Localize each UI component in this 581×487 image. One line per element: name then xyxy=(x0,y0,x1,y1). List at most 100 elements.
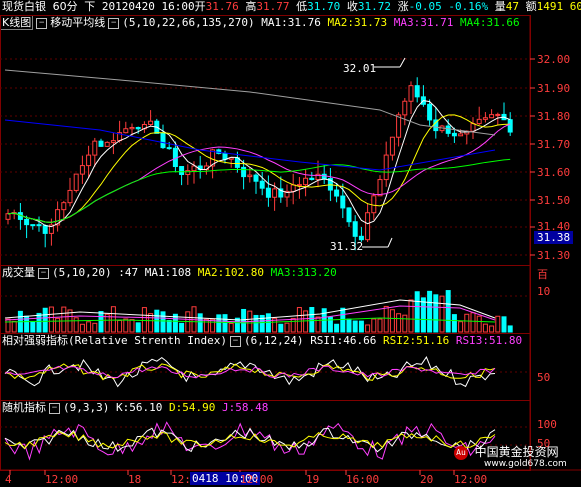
candle-body xyxy=(482,117,488,120)
volume-bar xyxy=(179,322,185,333)
candle-body xyxy=(123,128,129,134)
volume-bar xyxy=(290,317,296,333)
volume-value: :47 xyxy=(118,266,139,279)
volume-bar xyxy=(365,324,371,333)
volume-bar xyxy=(296,307,302,333)
volume-bar xyxy=(315,316,321,333)
y-tick-31-50: 31.50 xyxy=(537,194,571,207)
candle-body xyxy=(247,174,253,178)
volume-bar xyxy=(371,318,377,333)
volume-bar xyxy=(476,315,482,333)
kdj-j-value: J:58.48 xyxy=(221,401,269,414)
kdj-name[interactable]: 随机指标 xyxy=(2,401,46,414)
candle-body xyxy=(309,177,315,180)
candle-body xyxy=(86,154,92,167)
volume-bar xyxy=(166,319,172,333)
volume-name[interactable]: 成交量 xyxy=(2,266,35,279)
candle-body xyxy=(365,212,371,241)
candle-body xyxy=(377,179,383,197)
volume-bar xyxy=(389,309,395,333)
candle-body xyxy=(296,184,302,187)
collapse-toggle-icon[interactable]: − xyxy=(49,402,60,414)
candle-body xyxy=(36,224,42,227)
volume-bar xyxy=(110,306,116,333)
rsi-header: 相对强弱指标(Relative Strenth Index) − (6,12,24)… xyxy=(2,334,522,348)
volume-bar xyxy=(48,306,54,333)
candle-body xyxy=(470,123,476,132)
volume-bar xyxy=(253,314,259,333)
candle-body xyxy=(346,207,352,223)
volume-bar xyxy=(377,318,383,333)
kdj-y-tick-100: 100 xyxy=(537,418,557,431)
volume-bar xyxy=(427,290,433,333)
candle-body xyxy=(507,119,513,133)
collapse-toggle-icon[interactable]: − xyxy=(229,335,241,347)
volume-bar xyxy=(5,318,11,333)
ma-long2-line xyxy=(4,119,496,171)
volume-bar xyxy=(55,317,61,333)
high-marker: 32.01 xyxy=(343,62,377,75)
volume-header: 成交量 − (5,10,20) :47 MA1:108 MA2:102.80 MA3… xyxy=(2,266,337,280)
volume-bar xyxy=(79,323,85,333)
candle-body xyxy=(476,118,482,125)
candle-body xyxy=(73,173,79,191)
volume-bar xyxy=(464,313,470,333)
candle-body xyxy=(352,221,358,237)
candle-body xyxy=(148,120,154,126)
low-marker-pointer xyxy=(387,237,393,248)
x-label-1200-c: 12:00 xyxy=(240,473,274,486)
volume-bar xyxy=(265,313,271,333)
watermark-logo: Au 中国黄金投资网 xyxy=(454,443,559,460)
volume-bar xyxy=(396,313,402,333)
candle-body xyxy=(241,166,247,178)
rsi-params: (6,12,24) xyxy=(243,334,304,347)
watermark-icon: Au xyxy=(454,446,468,460)
volume-bar xyxy=(92,322,98,333)
volume-bar xyxy=(439,295,445,333)
candle-body xyxy=(79,165,85,175)
candle-body xyxy=(334,189,340,197)
collapse-toggle-icon[interactable]: − xyxy=(38,267,49,279)
volume-bar xyxy=(303,310,309,333)
volume-bar xyxy=(141,307,147,333)
volume-bar xyxy=(309,307,315,333)
volume-bar xyxy=(445,290,451,333)
candle-body xyxy=(489,114,495,119)
kdj-header: 随机指标 − (9,3,3) K:56.10 D:54.90 J:58.48 xyxy=(2,401,268,415)
volume-bar xyxy=(197,313,203,333)
rsi-full-name: (Relative Strenth Index) xyxy=(68,334,227,347)
candle-body xyxy=(253,174,259,182)
rsi-name[interactable]: 相对强弱指标 xyxy=(2,334,68,347)
candle-body xyxy=(340,195,346,209)
x-label-1200-a: 12:00 xyxy=(45,473,79,486)
volume-bar xyxy=(148,313,154,333)
candle-body xyxy=(166,147,172,150)
x-label-18: 18 xyxy=(128,473,142,486)
volume-params: (5,10,20) xyxy=(52,266,112,279)
volume-bar xyxy=(30,320,36,333)
volume-bar xyxy=(160,311,166,333)
candle-body xyxy=(427,103,433,121)
x-label-4: 4 xyxy=(5,473,12,486)
volume-bar xyxy=(73,317,79,333)
volume-bar xyxy=(489,325,495,333)
candle-body xyxy=(265,187,271,198)
volume-bar xyxy=(346,318,352,333)
y-tick-31-60: 31.60 xyxy=(537,166,571,179)
kdj-k-value: K:56.10 xyxy=(115,401,163,414)
volume-bar xyxy=(458,321,464,333)
candle-body xyxy=(135,126,141,130)
candle-body xyxy=(290,184,296,192)
volume-bar xyxy=(241,308,247,333)
volume-bar xyxy=(123,318,129,333)
candle-body xyxy=(303,177,309,186)
candle-body xyxy=(414,85,420,98)
volume-ma3: MA3:313.20 xyxy=(270,266,337,279)
y-tick-32-00: 32.00 xyxy=(537,53,571,66)
volume-bar xyxy=(42,307,48,333)
volume-bar xyxy=(507,325,513,333)
volume-bar xyxy=(501,316,507,333)
rsi-y-tick: 50 xyxy=(537,371,551,384)
volume-bar xyxy=(470,312,476,333)
candle-body xyxy=(389,136,395,156)
